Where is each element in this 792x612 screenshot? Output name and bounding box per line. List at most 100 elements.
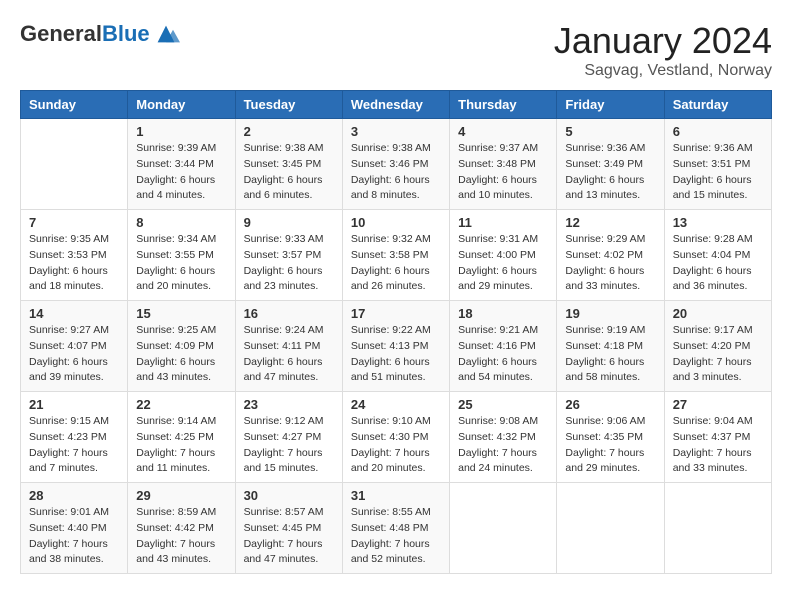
day-number: 28	[29, 488, 119, 503]
day-info: Sunrise: 9:36 AMSunset: 3:49 PMDaylight:…	[565, 141, 655, 204]
calendar-week-row: 1 Sunrise: 9:39 AMSunset: 3:44 PMDaylight…	[21, 119, 772, 210]
day-info: Sunrise: 9:36 AMSunset: 3:51 PMDaylight:…	[673, 141, 763, 204]
day-number: 27	[673, 397, 763, 412]
calendar-cell	[557, 483, 664, 574]
day-info: Sunrise: 9:39 AMSunset: 3:44 PMDaylight:…	[136, 141, 226, 204]
calendar-cell: 17Sunrise: 9:22 AMSunset: 4:13 PMDayligh…	[342, 301, 449, 392]
location-subtitle: Sagvag, Vestland, Norway	[554, 62, 772, 80]
weekday-header-monday: Monday	[128, 91, 235, 119]
calendar-cell: 8 Sunrise: 9:34 AMSunset: 3:55 PMDaylight…	[128, 210, 235, 301]
day-info: Sunrise: 9:32 AMSunset: 3:58 PMDaylight:…	[351, 232, 441, 295]
day-info: Sunrise: 9:33 AMSunset: 3:57 PMDaylight:…	[244, 232, 334, 295]
calendar-cell: 4 Sunrise: 9:37 AMSunset: 3:48 PMDaylight…	[450, 119, 557, 210]
calendar-week-row: 21 Sunrise: 9:15 AMSunset: 4:23 PMDayligh…	[21, 392, 772, 483]
calendar-cell: 1 Sunrise: 9:39 AMSunset: 3:44 PMDaylight…	[128, 119, 235, 210]
weekday-header-sunday: Sunday	[21, 91, 128, 119]
day-info: Sunrise: 8:55 AMSunset: 4:48 PMDaylight:…	[351, 505, 441, 568]
day-number: 6	[673, 124, 763, 139]
day-info: Sunrise: 9:27 AMSunset: 4:07 PMDaylight:…	[29, 323, 119, 386]
page-header: GeneralBlue January 2024 Sagvag, Vestlan…	[20, 20, 772, 80]
calendar-cell: 22Sunrise: 9:14 AMSunset: 4:25 PMDayligh…	[128, 392, 235, 483]
calendar-cell: 28 Sunrise: 9:01 AMSunset: 4:40 PMDayligh…	[21, 483, 128, 574]
day-number: 1	[136, 124, 226, 139]
day-info: Sunrise: 9:04 AMSunset: 4:37 PMDaylight:…	[673, 414, 763, 477]
weekday-header-friday: Friday	[557, 91, 664, 119]
calendar-week-row: 7Sunrise: 9:35 AMSunset: 3:53 PMDaylight…	[21, 210, 772, 301]
calendar-cell: 18 Sunrise: 9:21 AMSunset: 4:16 PMDayligh…	[450, 301, 557, 392]
calendar-cell	[21, 119, 128, 210]
day-number: 30	[244, 488, 334, 503]
day-number: 17	[351, 306, 441, 321]
calendar-cell: 30 Sunrise: 8:57 AMSunset: 4:45 PMDayligh…	[235, 483, 342, 574]
day-number: 26	[565, 397, 655, 412]
day-number: 29	[136, 488, 226, 503]
calendar-cell: 7Sunrise: 9:35 AMSunset: 3:53 PMDaylight…	[21, 210, 128, 301]
day-number: 10	[351, 215, 441, 230]
weekday-header-thursday: Thursday	[450, 91, 557, 119]
day-info: Sunrise: 9:35 AMSunset: 3:53 PMDaylight:…	[29, 232, 119, 295]
calendar-cell: 14 Sunrise: 9:27 AMSunset: 4:07 PMDayligh…	[21, 301, 128, 392]
day-number: 12	[565, 215, 655, 230]
day-info: Sunrise: 9:15 AMSunset: 4:23 PMDaylight:…	[29, 414, 119, 477]
day-info: Sunrise: 9:31 AMSunset: 4:00 PMDaylight:…	[458, 232, 548, 295]
calendar-cell: 12Sunrise: 9:29 AMSunset: 4:02 PMDayligh…	[557, 210, 664, 301]
calendar-cell: 21 Sunrise: 9:15 AMSunset: 4:23 PMDayligh…	[21, 392, 128, 483]
weekday-header-tuesday: Tuesday	[235, 91, 342, 119]
day-number: 19	[565, 306, 655, 321]
calendar-cell: 29 Sunrise: 8:59 AMSunset: 4:42 PMDayligh…	[128, 483, 235, 574]
month-title: January 2024	[554, 20, 772, 62]
calendar-cell: 2 Sunrise: 9:38 AMSunset: 3:45 PMDaylight…	[235, 119, 342, 210]
day-info: Sunrise: 9:10 AMSunset: 4:30 PMDaylight:…	[351, 414, 441, 477]
logo: GeneralBlue	[20, 20, 180, 48]
day-number: 18	[458, 306, 548, 321]
day-info: Sunrise: 9:25 AMSunset: 4:09 PMDaylight:…	[136, 323, 226, 386]
calendar-cell: 10 Sunrise: 9:32 AMSunset: 3:58 PMDayligh…	[342, 210, 449, 301]
day-number: 31	[351, 488, 441, 503]
day-info: Sunrise: 9:06 AMSunset: 4:35 PMDaylight:…	[565, 414, 655, 477]
day-number: 21	[29, 397, 119, 412]
day-info: Sunrise: 9:24 AMSunset: 4:11 PMDaylight:…	[244, 323, 334, 386]
calendar-cell: 13Sunrise: 9:28 AMSunset: 4:04 PMDayligh…	[664, 210, 771, 301]
day-number: 2	[244, 124, 334, 139]
logo-general-text: General	[20, 21, 102, 46]
day-info: Sunrise: 9:17 AMSunset: 4:20 PMDaylight:…	[673, 323, 763, 386]
calendar-cell: 3 Sunrise: 9:38 AMSunset: 3:46 PMDaylight…	[342, 119, 449, 210]
day-info: Sunrise: 9:21 AMSunset: 4:16 PMDaylight:…	[458, 323, 548, 386]
day-info: Sunrise: 9:38 AMSunset: 3:46 PMDaylight:…	[351, 141, 441, 204]
day-info: Sunrise: 8:57 AMSunset: 4:45 PMDaylight:…	[244, 505, 334, 568]
calendar-cell: 26 Sunrise: 9:06 AMSunset: 4:35 PMDayligh…	[557, 392, 664, 483]
day-info: Sunrise: 9:37 AMSunset: 3:48 PMDaylight:…	[458, 141, 548, 204]
calendar-cell	[664, 483, 771, 574]
day-number: 8	[136, 215, 226, 230]
title-area: January 2024 Sagvag, Vestland, Norway	[554, 20, 772, 80]
day-info: Sunrise: 9:12 AMSunset: 4:27 PMDaylight:…	[244, 414, 334, 477]
day-info: Sunrise: 9:38 AMSunset: 3:45 PMDaylight:…	[244, 141, 334, 204]
day-info: Sunrise: 9:34 AMSunset: 3:55 PMDaylight:…	[136, 232, 226, 295]
calendar-cell: 24 Sunrise: 9:10 AMSunset: 4:30 PMDayligh…	[342, 392, 449, 483]
day-number: 20	[673, 306, 763, 321]
calendar-cell: 16Sunrise: 9:24 AMSunset: 4:11 PMDayligh…	[235, 301, 342, 392]
calendar-cell: 23Sunrise: 9:12 AMSunset: 4:27 PMDayligh…	[235, 392, 342, 483]
logo-blue-text: Blue	[102, 21, 150, 46]
calendar-week-row: 14 Sunrise: 9:27 AMSunset: 4:07 PMDayligh…	[21, 301, 772, 392]
calendar-cell: 11Sunrise: 9:31 AMSunset: 4:00 PMDayligh…	[450, 210, 557, 301]
day-info: Sunrise: 8:59 AMSunset: 4:42 PMDaylight:…	[136, 505, 226, 568]
calendar-cell: 6 Sunrise: 9:36 AMSunset: 3:51 PMDaylight…	[664, 119, 771, 210]
day-number: 13	[673, 215, 763, 230]
day-number: 4	[458, 124, 548, 139]
weekday-header-row: SundayMondayTuesdayWednesdayThursdayFrid…	[21, 91, 772, 119]
day-info: Sunrise: 9:01 AMSunset: 4:40 PMDaylight:…	[29, 505, 119, 568]
calendar-cell	[450, 483, 557, 574]
day-number: 14	[29, 306, 119, 321]
logo-icon	[152, 20, 180, 48]
calendar-cell: 15Sunrise: 9:25 AMSunset: 4:09 PMDayligh…	[128, 301, 235, 392]
calendar-cell: 19Sunrise: 9:19 AMSunset: 4:18 PMDayligh…	[557, 301, 664, 392]
calendar-cell: 31 Sunrise: 8:55 AMSunset: 4:48 PMDayligh…	[342, 483, 449, 574]
day-number: 24	[351, 397, 441, 412]
calendar-cell: 27 Sunrise: 9:04 AMSunset: 4:37 PMDayligh…	[664, 392, 771, 483]
weekday-header-wednesday: Wednesday	[342, 91, 449, 119]
day-number: 3	[351, 124, 441, 139]
day-number: 25	[458, 397, 548, 412]
calendar-cell: 5Sunrise: 9:36 AMSunset: 3:49 PMDaylight…	[557, 119, 664, 210]
calendar-cell: 9Sunrise: 9:33 AMSunset: 3:57 PMDaylight…	[235, 210, 342, 301]
